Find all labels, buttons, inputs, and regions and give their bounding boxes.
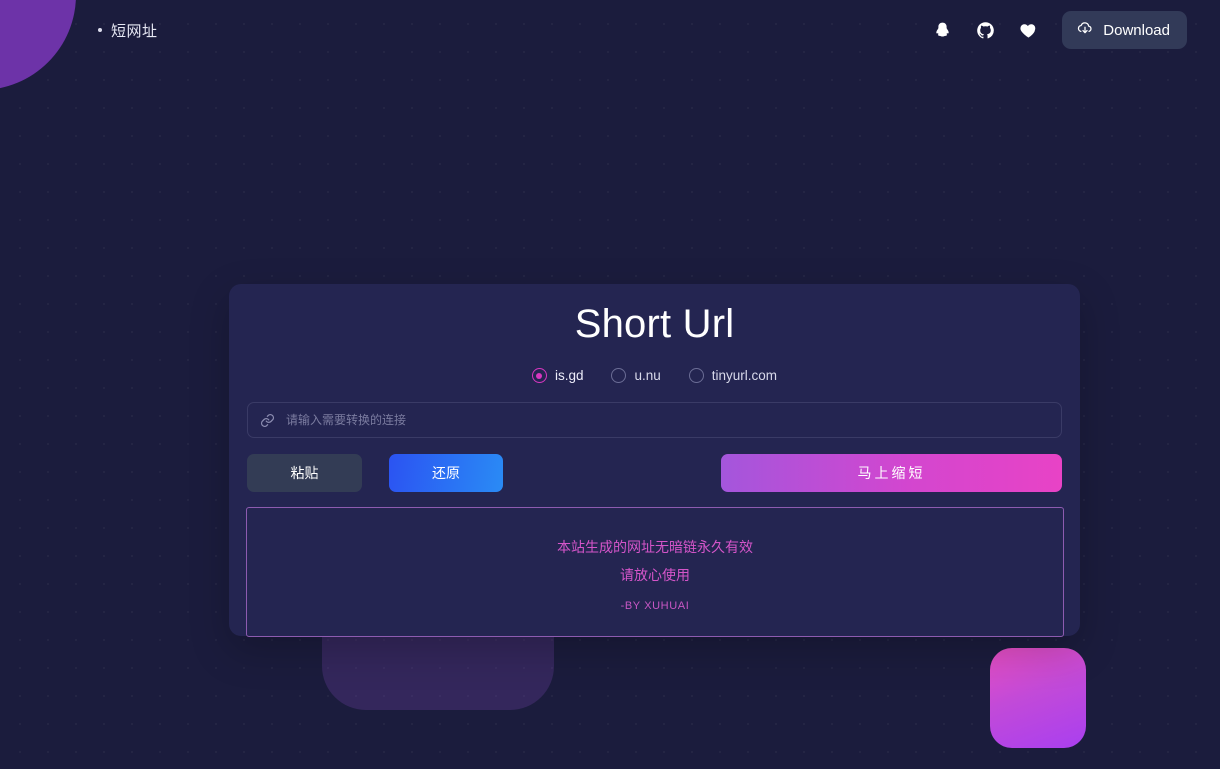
radio-label: is.gd xyxy=(554,368,584,383)
radio-option-u-nu[interactable]: u.nu xyxy=(611,368,661,383)
page-title: Short Url xyxy=(574,302,735,346)
notice-line-2: 请放心使用 xyxy=(620,566,690,583)
short-url-card: Short Url is.gd u.nu tinyurl.com 粘贴 还原 马… xyxy=(229,284,1080,637)
bullet-icon xyxy=(98,28,102,32)
radio-option-tinyurl[interactable]: tinyurl.com xyxy=(688,368,778,383)
github-icon[interactable] xyxy=(973,18,997,42)
link-icon xyxy=(260,413,275,428)
notice-box: 本站生成的网址无暗链永久有效 请放心使用 -BY XUHUAI xyxy=(246,507,1064,637)
notice-line-1: 本站生成的网址无暗链永久有效 xyxy=(557,538,753,555)
url-input[interactable] xyxy=(286,413,1049,427)
restore-button[interactable]: 还原 xyxy=(389,454,503,492)
service-radio-group: is.gd u.nu tinyurl.com xyxy=(229,368,1080,383)
download-button[interactable]: Download xyxy=(1062,11,1187,49)
notice-signature: -BY XUHUAI xyxy=(620,599,690,612)
action-button-row: 粘贴 还原 马上缩短 xyxy=(247,454,1062,492)
url-input-wrapper[interactable] xyxy=(247,402,1062,438)
download-button-label: Download xyxy=(1103,21,1170,39)
radio-label: tinyurl.com xyxy=(711,368,778,383)
brand-label: 短网址 xyxy=(111,22,158,40)
top-bar-actions: Download xyxy=(930,11,1187,49)
radio-mark-icon xyxy=(688,368,704,383)
paste-button[interactable]: 粘贴 xyxy=(247,454,362,492)
top-navigation-bar: 短网址 Download xyxy=(0,0,1220,60)
radio-option-is-gd[interactable]: is.gd xyxy=(531,368,584,383)
radio-mark-icon xyxy=(611,368,627,383)
brand[interactable]: 短网址 xyxy=(98,20,158,41)
decorative-gradient-square xyxy=(990,648,1086,748)
shorten-button[interactable]: 马上缩短 xyxy=(721,454,1062,492)
radio-mark-icon xyxy=(531,368,547,383)
qq-icon[interactable] xyxy=(930,18,954,42)
radio-label: u.nu xyxy=(634,368,661,383)
cloud-download-icon xyxy=(1076,19,1094,41)
heart-icon[interactable] xyxy=(1016,18,1040,42)
